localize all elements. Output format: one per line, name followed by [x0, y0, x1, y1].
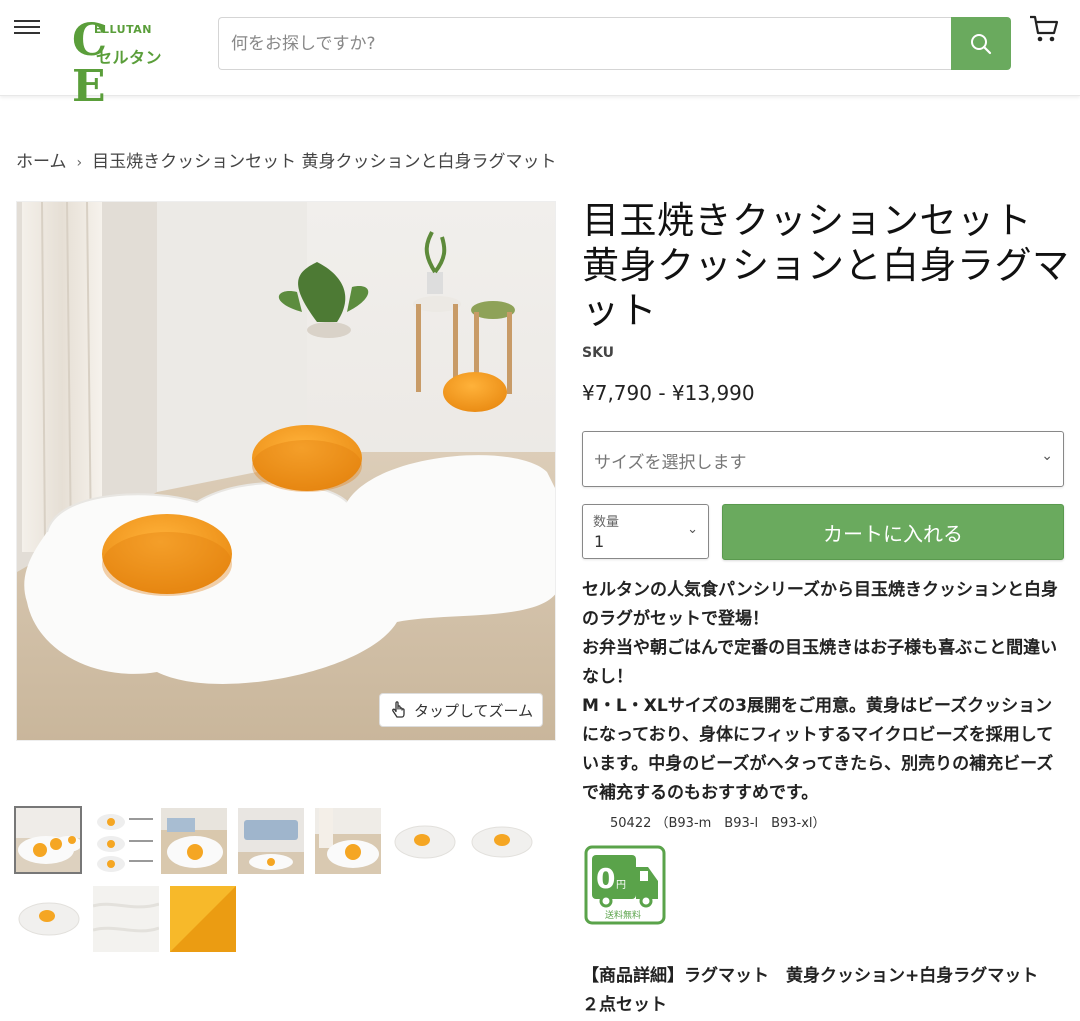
logo-wordmark: ELLUTAN — [94, 23, 152, 36]
thumbnail-8[interactable] — [16, 886, 82, 952]
breadcrumb-current: 目玉焼きクッションセット 黄身クッションと白身ラグマット — [92, 152, 557, 172]
detail-heading: 【商品詳細】ラグマット 黄身クッション+白身ラグマット ２点セット — [582, 966, 1056, 1015]
free-shipping-badge: 0 円 送料無料 — [584, 845, 666, 925]
svg-text:円: 円 — [616, 880, 626, 891]
chevron-down-icon: ⌄ — [687, 522, 698, 537]
quantity-label: 数量 — [593, 515, 620, 530]
breadcrumb: ホーム › 目玉焼きクッションセット 黄身クッションと白身ラグマット — [16, 147, 557, 172]
tap-hand-icon — [392, 701, 405, 718]
quantity-value: 1 — [594, 532, 605, 551]
zoom-hint-label: タップしてズーム — [414, 701, 534, 720]
breadcrumb-home-link[interactable]: ホーム — [16, 152, 67, 172]
thumbnail-3[interactable] — [161, 808, 227, 874]
size-select[interactable]: サイズを選択します ⌄ — [582, 431, 1064, 487]
quantity-select[interactable]: 数量 1 ⌄ — [582, 504, 709, 559]
main-product-image[interactable] — [16, 201, 556, 741]
size-select-placeholder: サイズを選択します — [594, 453, 747, 473]
logo-kana: セルタン — [96, 48, 163, 67]
chevron-down-icon: ⌄ — [1041, 448, 1053, 464]
price-range: ¥7,790 - ¥13,990 — [582, 381, 755, 405]
thumbnail-5[interactable] — [315, 808, 381, 874]
free-shipping-label: 送料無料 — [605, 909, 641, 921]
model-codes: 50422 （B93-m B93-l B93-xl） — [610, 816, 826, 831]
thumbnail-4[interactable] — [238, 808, 304, 874]
description-paragraph-3-text: M・L・XLサイズの3展開をご用意。黄身はビーズクッションになっており、身体にフ… — [582, 696, 1054, 803]
chevron-right-icon: › — [76, 155, 83, 171]
product-description: セルタンの人気食パンシリーズから目玉焼きクッションと白身のラグがセットで登場！ … — [582, 576, 1060, 838]
thumbnail-9[interactable] — [93, 886, 159, 952]
search-icon — [971, 34, 992, 55]
search-field — [218, 17, 952, 70]
menu-icon[interactable] — [14, 16, 44, 40]
product-title: 目玉焼きクッションセット 黄身クッションと白身ラグマット — [582, 199, 1070, 332]
search-button[interactable] — [951, 17, 1011, 70]
site-header: CE ELLUTAN セルタン — [0, 0, 1080, 110]
thumbnail-10[interactable] — [170, 886, 236, 952]
svg-text:0: 0 — [596, 862, 615, 895]
thumbnail-7[interactable] — [469, 808, 535, 874]
description-paragraph-1: セルタンの人気食パンシリーズから目玉焼きクッションと白身のラグがセットで登場！ — [582, 580, 1058, 629]
search-input[interactable] — [219, 18, 952, 69]
cart-icon[interactable] — [1028, 14, 1060, 44]
sku-label: SKU — [582, 345, 615, 361]
description-paragraph-2: お弁当や朝ごはんで定番の目玉焼きはお子様も喜ぶこと間違いなし！ — [582, 638, 1058, 687]
add-to-cart-button[interactable]: カートに入れる — [722, 504, 1064, 560]
tap-to-zoom-button[interactable]: タップしてズーム — [379, 693, 543, 727]
cellutane-logo[interactable]: CE ELLUTAN セルタン — [72, 18, 188, 110]
description-paragraph-3: M・L・XLサイズの3展開をご用意。黄身はビーズクッションになっており、身体にフ… — [582, 692, 1060, 838]
thumbnail-2[interactable] — [91, 806, 159, 874]
thumbnail-6[interactable] — [392, 808, 458, 874]
thumbnail-1[interactable] — [14, 806, 82, 874]
